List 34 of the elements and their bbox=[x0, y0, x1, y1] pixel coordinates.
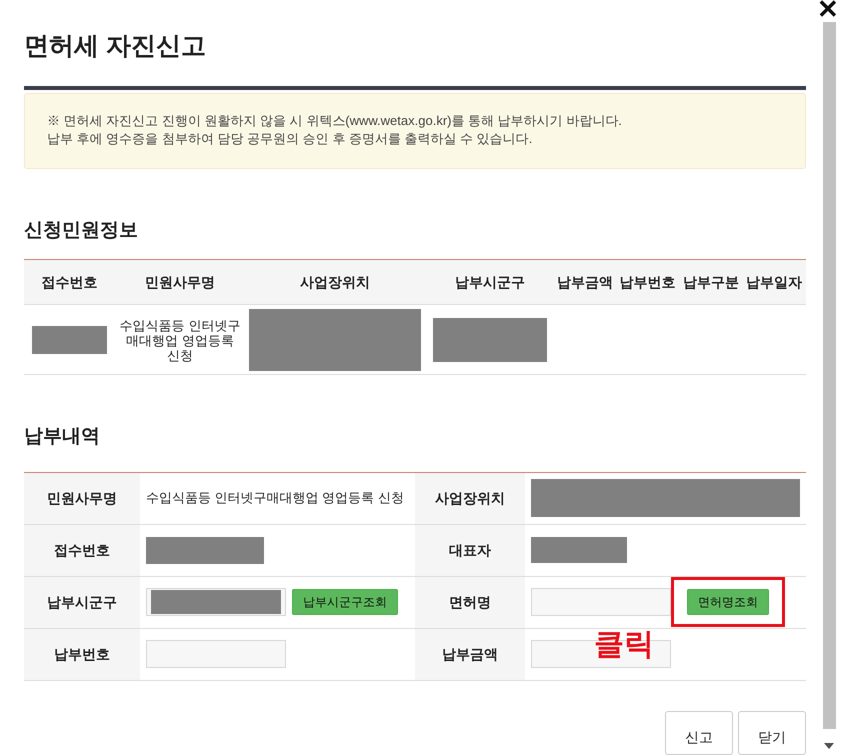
column-header: 납부금액 bbox=[557, 272, 613, 292]
annotation-text: 클릭 bbox=[594, 630, 654, 660]
scrollbar-thumb[interactable] bbox=[823, 22, 836, 729]
lookup-button[interactable]: 납부시군구조회 bbox=[292, 589, 398, 615]
notice-text: 납부 후에 영수증을 첨부하여 담당 공무원의 승인 후 증명서를 출력하실 수 있습니다. bbox=[47, 130, 534, 148]
column-header: 납부시군구 bbox=[455, 272, 525, 292]
notice-text: ※ 면허세 자진신고 진행이 원활하지 않을 시 위텍스(www.wetax.go.kr)를 통해 납부하시기 바랍니다. bbox=[47, 112, 623, 130]
section-heading: 신청민원정보 bbox=[24, 218, 139, 242]
field-label: 사업장위치 bbox=[435, 488, 505, 508]
table-cell: 수입식품등 인터넷구매대행업 영업등록 신청 bbox=[119, 318, 241, 362]
dialog-title: 면허세 자진신고 bbox=[24, 31, 207, 62]
input-field[interactable] bbox=[146, 640, 286, 668]
lookup-button[interactable]: 면허명조회 bbox=[687, 589, 769, 615]
field-label: 접수번호 bbox=[54, 540, 110, 560]
field-label: 대표자 bbox=[449, 540, 491, 560]
field-label: 면허명 bbox=[449, 592, 491, 612]
field-value: 수입식품등 인터넷구매대행업 영업등록 신청 bbox=[146, 489, 404, 508]
column-header: 민원사무명 bbox=[145, 272, 215, 292]
column-header: 납부구분 bbox=[683, 272, 739, 292]
input-field[interactable] bbox=[531, 588, 671, 616]
field-label: 납부시군구 bbox=[47, 592, 117, 612]
column-header: 접수번호 bbox=[42, 272, 98, 292]
field-label: 민원사무명 bbox=[47, 488, 117, 508]
dialog-button[interactable]: 신고 bbox=[665, 710, 733, 754]
column-header: 납부번호 bbox=[620, 272, 676, 292]
scroll-down-icon[interactable] bbox=[824, 743, 834, 749]
column-header: 납부일자 bbox=[746, 272, 802, 292]
dialog-button[interactable]: 닫기 bbox=[738, 710, 806, 754]
column-header: 사업장위치 bbox=[300, 272, 370, 292]
close-icon[interactable]: ✕ bbox=[817, 0, 839, 22]
field-label: 납부번호 bbox=[54, 644, 110, 664]
section-heading: 납부내역 bbox=[24, 425, 101, 449]
field-label: 납부금액 bbox=[442, 644, 498, 664]
input-field[interactable] bbox=[146, 588, 286, 616]
